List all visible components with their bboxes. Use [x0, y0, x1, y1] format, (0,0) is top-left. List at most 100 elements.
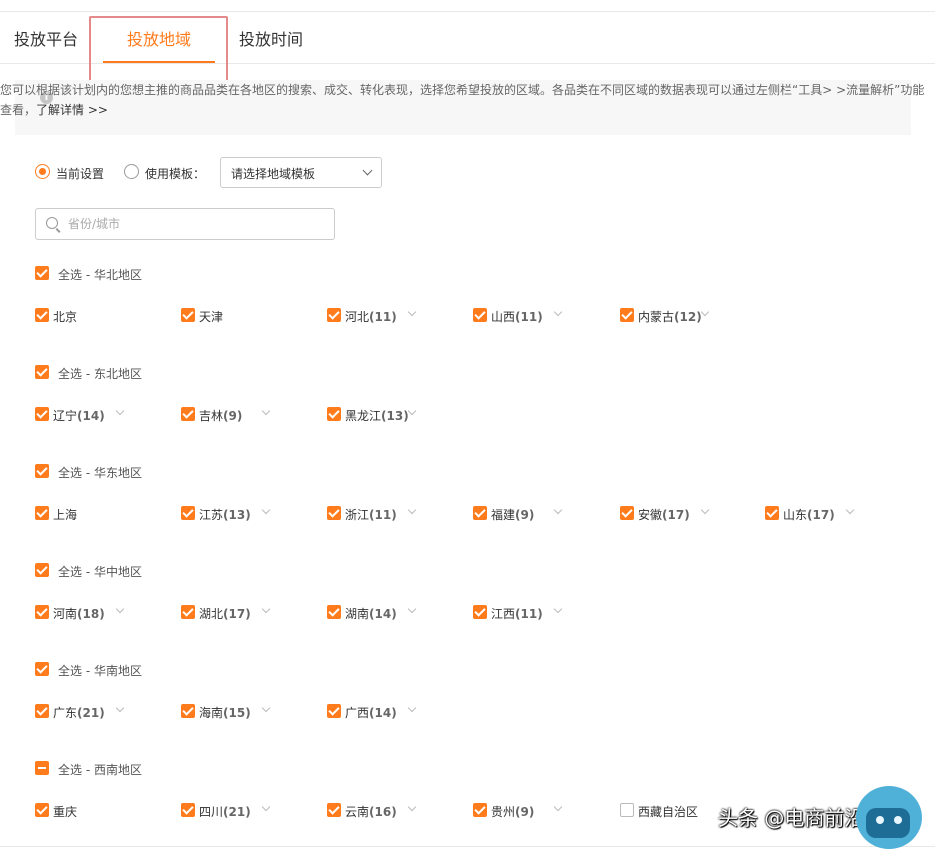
region-count: (14): [369, 607, 397, 621]
region-checkbox[interactable]: [473, 308, 487, 322]
group-select-all-checkbox[interactable]: [35, 662, 49, 676]
expand-caret-icon[interactable]: [700, 505, 710, 515]
group-select-all-checkbox[interactable]: [35, 761, 49, 775]
region-checkbox[interactable]: [765, 506, 779, 520]
group-select-all-checkbox[interactable]: [35, 464, 49, 478]
notice-text: 您可以根据该计划内的您想主推的商品品类在各地区的搜索、成交、转化表现，选择您希望…: [0, 80, 935, 135]
expand-caret-icon[interactable]: [261, 406, 271, 416]
expand-caret-icon[interactable]: [261, 703, 271, 713]
region-label[interactable]: 山东(17): [783, 506, 835, 523]
region-name: 湖北: [199, 607, 224, 621]
expand-caret-icon[interactable]: [407, 307, 417, 317]
region-label[interactable]: 河南(18): [53, 605, 105, 622]
region-checkbox[interactable]: [620, 803, 634, 817]
region-checkbox[interactable]: [620, 506, 634, 520]
region-label[interactable]: 山西(11): [491, 308, 543, 325]
expand-caret-icon[interactable]: [407, 802, 417, 812]
region-label[interactable]: 湖北(17): [199, 605, 251, 622]
tab-platform[interactable]: 投放平台: [14, 26, 78, 50]
region-label[interactable]: 四川(21): [199, 803, 251, 820]
learn-more-link[interactable]: 了解详情 >>: [36, 103, 108, 117]
region-checkbox[interactable]: [620, 308, 634, 322]
region-label[interactable]: 吉林(9): [199, 407, 242, 424]
region-checkbox[interactable]: [181, 308, 195, 322]
region-label[interactable]: 福建(9): [491, 506, 534, 523]
group-select-all-checkbox[interactable]: [35, 365, 49, 379]
current-setting-radio[interactable]: [35, 164, 50, 179]
region-checkbox[interactable]: [35, 308, 49, 322]
bottom-divider: [0, 846, 935, 847]
region-checkbox[interactable]: [35, 506, 49, 520]
region-label[interactable]: 北京: [53, 308, 77, 325]
expand-caret-icon[interactable]: [115, 604, 125, 614]
region-name: 安徽: [638, 508, 663, 522]
expand-caret-icon[interactable]: [115, 703, 125, 713]
expand-caret-icon[interactable]: [553, 505, 563, 515]
region-label[interactable]: 广东(21): [53, 704, 105, 721]
chevron-down-icon: [362, 165, 373, 176]
expand-caret-icon[interactable]: [261, 505, 271, 515]
region-checkbox[interactable]: [473, 803, 487, 817]
expand-caret-icon[interactable]: [407, 505, 417, 515]
region-label[interactable]: 重庆: [53, 803, 77, 820]
region-checkbox[interactable]: [181, 605, 195, 619]
region-name: 内蒙古: [638, 310, 675, 324]
region-count: (21): [77, 706, 105, 720]
expand-caret-icon[interactable]: [700, 307, 710, 317]
use-template-radio[interactable]: [124, 164, 139, 179]
region-checkbox[interactable]: [181, 506, 195, 520]
search-input[interactable]: [68, 215, 318, 233]
expand-caret-icon[interactable]: [553, 604, 563, 614]
region-label[interactable]: 江苏(13): [199, 506, 251, 523]
region-label[interactable]: 天津: [199, 308, 223, 325]
region-label[interactable]: 贵州(9): [491, 803, 534, 820]
region-label[interactable]: 黑龙江(13): [345, 407, 409, 424]
region-checkbox[interactable]: [181, 803, 195, 817]
region-checkbox[interactable]: [181, 407, 195, 421]
expand-caret-icon[interactable]: [261, 802, 271, 812]
group-select-all-checkbox[interactable]: [35, 563, 49, 577]
tab-bar: 投放平台 投放地域 投放时间: [0, 12, 935, 87]
region-checkbox[interactable]: [473, 506, 487, 520]
region-checkbox[interactable]: [35, 803, 49, 817]
expand-caret-icon[interactable]: [261, 604, 271, 614]
region-label[interactable]: 河北(11): [345, 308, 397, 325]
expand-caret-icon[interactable]: [407, 604, 417, 614]
region-label[interactable]: 广西(14): [345, 704, 397, 721]
region-label[interactable]: 湖南(14): [345, 605, 397, 622]
region-checkbox[interactable]: [181, 704, 195, 718]
region-label[interactable]: 海南(15): [199, 704, 251, 721]
region-checkbox[interactable]: [35, 605, 49, 619]
region-checkbox[interactable]: [35, 407, 49, 421]
region-name: 山东: [783, 508, 808, 522]
region-checkbox[interactable]: [35, 704, 49, 718]
region-checkbox[interactable]: [327, 704, 341, 718]
expand-caret-icon[interactable]: [407, 703, 417, 713]
region-label[interactable]: 云南(16): [345, 803, 397, 820]
expand-caret-icon[interactable]: [553, 307, 563, 317]
region-checkbox[interactable]: [473, 605, 487, 619]
region-checkbox[interactable]: [327, 506, 341, 520]
region-template-select[interactable]: 请选择地域模板: [220, 157, 382, 188]
region-checkbox[interactable]: [327, 803, 341, 817]
group-select-all-checkbox[interactable]: [35, 266, 49, 280]
expand-caret-icon[interactable]: [845, 505, 855, 515]
region-label[interactable]: 浙江(11): [345, 506, 397, 523]
region-count: (21): [223, 805, 251, 819]
region-label[interactable]: 江西(11): [491, 605, 543, 622]
expand-caret-icon[interactable]: [553, 802, 563, 812]
region-count: (16): [369, 805, 397, 819]
expand-caret-icon[interactable]: [115, 406, 125, 416]
region-label[interactable]: 辽宁(14): [53, 407, 105, 424]
region-checkbox[interactable]: [327, 605, 341, 619]
tab-time[interactable]: 投放时间: [239, 26, 303, 50]
region-checkbox[interactable]: [327, 308, 341, 322]
group-label: 全选 - 华南地区: [58, 664, 142, 678]
expand-caret-icon[interactable]: [407, 406, 417, 416]
region-label[interactable]: 安徽(17): [638, 506, 690, 523]
use-template-label: 使用模板：: [145, 167, 206, 181]
region-label[interactable]: 内蒙古(12): [638, 308, 702, 325]
region-checkbox[interactable]: [327, 407, 341, 421]
region-label[interactable]: 上海: [53, 506, 77, 523]
region-label[interactable]: 西藏自治区: [638, 803, 698, 820]
